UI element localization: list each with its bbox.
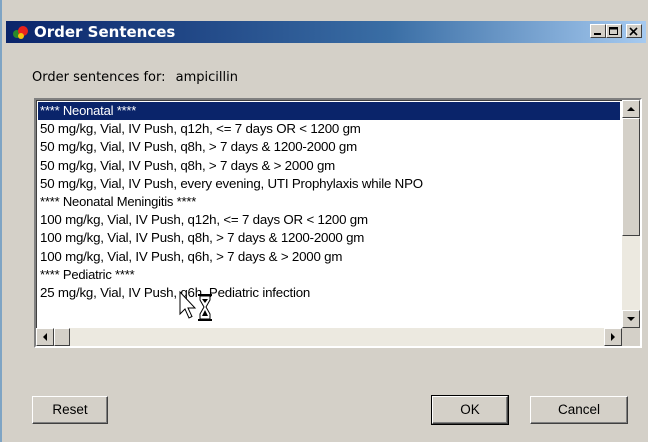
scroll-down-button[interactable] <box>622 310 640 328</box>
arrow-up-icon <box>627 107 635 111</box>
horizontal-scrollbar[interactable] <box>36 328 622 346</box>
list-item[interactable]: 100 mg/kg, Vial, IV Push, q12h, <= 7 day… <box>38 211 620 229</box>
vertical-scrollbar[interactable] <box>622 100 640 328</box>
close-button[interactable] <box>626 24 642 38</box>
ok-button[interactable]: OK <box>431 395 509 425</box>
list-items: **** Neonatal **** 50 mg/kg, Vial, IV Pus… <box>38 102 620 332</box>
list-group-header[interactable]: **** Pediatric **** <box>38 266 620 284</box>
list-item[interactable]: 100 mg/kg, Vial, IV Push, q6h, > 7 days … <box>38 248 620 266</box>
minimize-button[interactable] <box>590 24 606 38</box>
arrow-hourglass-busy-icon <box>179 290 212 321</box>
prompt-label: Order sentences for: <box>32 70 166 85</box>
list-group-header[interactable]: **** Neonatal Meningitis **** <box>38 193 620 211</box>
scroll-right-button[interactable] <box>604 328 622 346</box>
list-item[interactable]: 50 mg/kg, Vial, IV Push, q8h, > 7 days &… <box>38 138 620 156</box>
list-item[interactable]: 50 mg/kg, Vial, IV Push, q8h, > 7 days &… <box>38 157 620 175</box>
minimize-icon <box>594 33 601 35</box>
scroll-corner <box>622 328 640 346</box>
list-item[interactable]: 50 mg/kg, Vial, IV Push, every evening, … <box>38 175 620 193</box>
reset-button[interactable]: Reset <box>32 396 108 424</box>
order-sentences-prompt: Order sentences for: ampicillin <box>32 70 238 85</box>
window-title: Order Sentences <box>34 23 176 41</box>
list-item[interactable]: 100 mg/kg, Vial, IV Push, q8h, > 7 days … <box>38 229 620 247</box>
cancel-button[interactable]: Cancel <box>530 396 628 424</box>
drug-name: ampicillin <box>175 70 238 85</box>
order-sentences-dialog: Order Sentences Order sentences for: amp… <box>0 0 648 442</box>
horizontal-scroll-thumb[interactable] <box>54 328 70 346</box>
maximize-icon <box>609 27 618 35</box>
vertical-scroll-thumb[interactable] <box>622 118 640 236</box>
list-item[interactable]: 50 mg/kg, Vial, IV Push, q12h, <= 7 days… <box>38 120 620 138</box>
scroll-left-button[interactable] <box>36 328 54 346</box>
close-icon <box>629 27 638 36</box>
title-bar[interactable]: Order Sentences <box>6 21 646 43</box>
arrow-right-icon <box>611 333 615 341</box>
order-sentence-listbox[interactable]: **** Neonatal **** 50 mg/kg, Vial, IV Pus… <box>34 98 642 348</box>
arrow-down-icon <box>627 317 635 321</box>
list-item[interactable] <box>38 302 620 320</box>
list-group-header[interactable]: **** Neonatal **** <box>38 102 620 121</box>
arrow-left-icon <box>43 333 47 341</box>
list-item[interactable]: 25 mg/kg, Vial, IV Push, q6h, Pediatric … <box>38 284 620 302</box>
maximize-button[interactable] <box>606 24 622 38</box>
cerner-app-icon <box>13 26 28 39</box>
scroll-up-button[interactable] <box>622 100 640 118</box>
